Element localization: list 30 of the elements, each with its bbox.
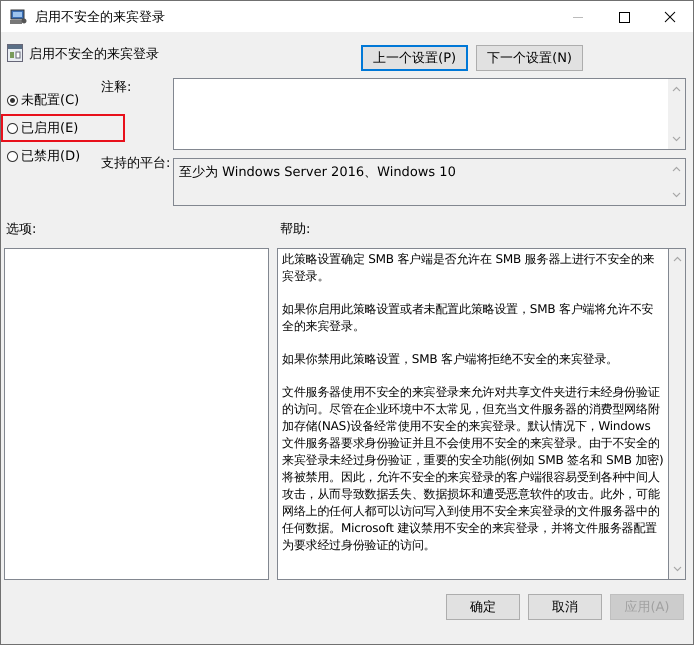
scroll-up-icon[interactable]: [672, 86, 681, 92]
radio-icon[interactable]: [7, 94, 18, 106]
platform-text: 至少为 Windows Server 2016、Windows 10: [178, 164, 457, 182]
computer-icon: [9, 8, 27, 24]
radio-icon[interactable]: [7, 122, 18, 134]
radio-icon[interactable]: [7, 150, 18, 162]
help-paragraph: 如果你启用此策略设置或者未配置此策略设置，SMB 客户端将允许不安全的来宾登录。: [282, 301, 654, 335]
platform-label: 支持的平台:: [101, 155, 172, 172]
radio-option[interactable]: 未配置(C): [7, 91, 80, 109]
dialog-button[interactable]: 确定: [446, 594, 520, 620]
nav-button[interactable]: 上一个设置(P): [361, 45, 468, 71]
help-paragraph: 如果你禁用此策略设置，SMB 客户端将拒绝不安全的来宾登录。: [282, 351, 620, 368]
policy-icon: [7, 44, 23, 62]
comment-field[interactable]: [173, 78, 686, 150]
nav-button[interactable]: 下一个设置(N): [476, 45, 583, 71]
radio-option[interactable]: 已启用(E): [7, 119, 78, 137]
help-paragraph: 文件服务器使用不安全的来宾登录来允许对共享文件夹进行未经身份验证的访问。尽管在企业环境中不太常见，但充当文件服务器的消费型网络附加存储(NAS)设备经常使用不安全的来宾登录。默认情况下，Windows 文件服务器要求身份验证并且不会使用不安全的来宾登录。由于不安全的来宾登录未经过身份验证，重要的安全功能(例如 SMB 签名和 SMB 加密)将被禁用。因此，允许不安全的来宾登录的客户端很容易受到各种中间人攻击，从而导致数据丢失、数据损坏和遭受恶意软件的攻击。此外，可能网络上的任何人都可以访问写入到使用不安全来宾登录的文件服务器中的任何数据。Microsoft 建议禁用不安全的来宾登录，并将文件服务器配置为要求经过身份验证的访问。: [282, 384, 664, 554]
scroll-up-icon[interactable]: [672, 166, 681, 172]
scroll-down-icon[interactable]: [672, 566, 682, 572]
scroll-down-icon[interactable]: [672, 192, 681, 198]
dialog-button[interactable]: 取消: [528, 594, 602, 620]
radio-option[interactable]: 已禁用(D): [7, 147, 80, 165]
scroll-down-icon[interactable]: [672, 136, 681, 142]
comment-label: 注释:: [101, 79, 132, 96]
scroll-up-icon[interactable]: [672, 256, 682, 262]
policy-title: 启用不安全的来宾登录: [29, 46, 159, 63]
help-paragraph: 此策略设置确定 SMB 客户端是否允许在 SMB 服务器上进行不安全的来宾登录。: [282, 251, 656, 285]
window-title: 启用不安全的来宾登录: [35, 8, 165, 26]
options-label: 选项:: [6, 222, 36, 237]
help-label: 帮助:: [280, 222, 310, 237]
